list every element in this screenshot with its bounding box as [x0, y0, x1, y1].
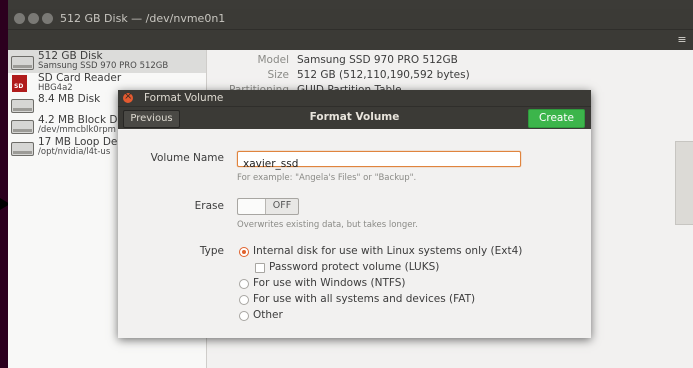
toggle-knob: [238, 199, 266, 214]
hard-disk-icon: [11, 99, 34, 113]
sidebar-item-label: 8.4 MB Disk: [38, 93, 101, 105]
checkbox-luks[interactable]: [255, 263, 265, 273]
hamburger-menu-icon[interactable]: ≡: [677, 33, 687, 47]
format-volume-dialog: Format Volume Previous Format Volume Cre…: [118, 90, 591, 338]
sd-card-icon: [12, 75, 27, 92]
volume-map[interactable]: [675, 141, 693, 225]
volume-name-field[interactable]: [237, 151, 521, 171]
sidebar-item-sublabel: HBG4a2: [38, 83, 73, 93]
option-other-label[interactable]: Other: [253, 309, 283, 321]
radio-ntfs[interactable]: [239, 279, 249, 289]
sidebar-item-sublabel: Samsung SSD 970 PRO 512GB: [38, 61, 169, 71]
erase-toggle[interactable]: OFF: [237, 198, 299, 215]
dialog-header-bar: Previous Format Volume Create: [118, 106, 591, 129]
dialog-body: Volume Name For example: "Angela's Files…: [118, 128, 591, 338]
dialog-title: Format Volume: [144, 92, 224, 104]
option-ntfs-label[interactable]: For use with Windows (NTFS): [253, 277, 405, 289]
create-button[interactable]: Create: [528, 109, 585, 128]
size-label: Size: [267, 69, 289, 81]
model-value: Samsung SSD 970 PRO 512GB: [297, 54, 458, 66]
hard-disk-icon: [11, 56, 34, 70]
window-title: 512 GB Disk — /dev/nvme0n1: [60, 12, 226, 25]
radio-other[interactable]: [239, 311, 249, 321]
radio-ext4[interactable]: [239, 247, 249, 257]
sidebar-item-sublabel: /dev/mmcblk0rpm: [38, 125, 116, 135]
desktop-edge: [0, 0, 8, 368]
option-fat-label[interactable]: For use with all systems and devices (FA…: [253, 293, 475, 305]
window-close-icon[interactable]: [14, 13, 25, 24]
dialog-close-icon[interactable]: [123, 90, 133, 104]
sidebar-item-sublabel: /opt/nvidia/l4t-us: [38, 147, 111, 157]
header-bar: ≡: [8, 29, 693, 51]
erase-toggle-state: OFF: [272, 200, 292, 211]
dialog-header-title: Format Volume: [309, 111, 400, 123]
erase-label: Erase: [194, 200, 224, 212]
volume-name-hint: For example: "Angela's Files" or "Backup…: [237, 173, 417, 183]
volume-name-label: Volume Name: [150, 152, 224, 164]
dialog-titlebar: Format Volume: [118, 90, 591, 106]
size-value: 512 GB (512,110,190,592 bytes): [297, 69, 470, 81]
window-maximize-icon[interactable]: [42, 13, 53, 24]
window-minimize-icon[interactable]: [28, 13, 39, 24]
option-luks-label[interactable]: Password protect volume (LUKS): [269, 261, 439, 273]
hard-disk-icon: [11, 120, 34, 134]
sidebar-item-512gb-disk[interactable]: 512 GB Disk Samsung SSD 970 PRO 512GB: [8, 50, 206, 73]
option-ext4-label[interactable]: Internal disk for use with Linux systems…: [253, 245, 522, 257]
radio-fat[interactable]: [239, 295, 249, 305]
model-label: Model: [257, 54, 289, 66]
type-label: Type: [199, 245, 224, 257]
window-titlebar: 512 GB Disk — /dev/nvme0n1: [8, 9, 693, 29]
erase-hint: Overwrites existing data, but takes long…: [237, 220, 418, 230]
volume-name-input[interactable]: [238, 157, 513, 171]
hard-disk-icon: [11, 142, 34, 156]
